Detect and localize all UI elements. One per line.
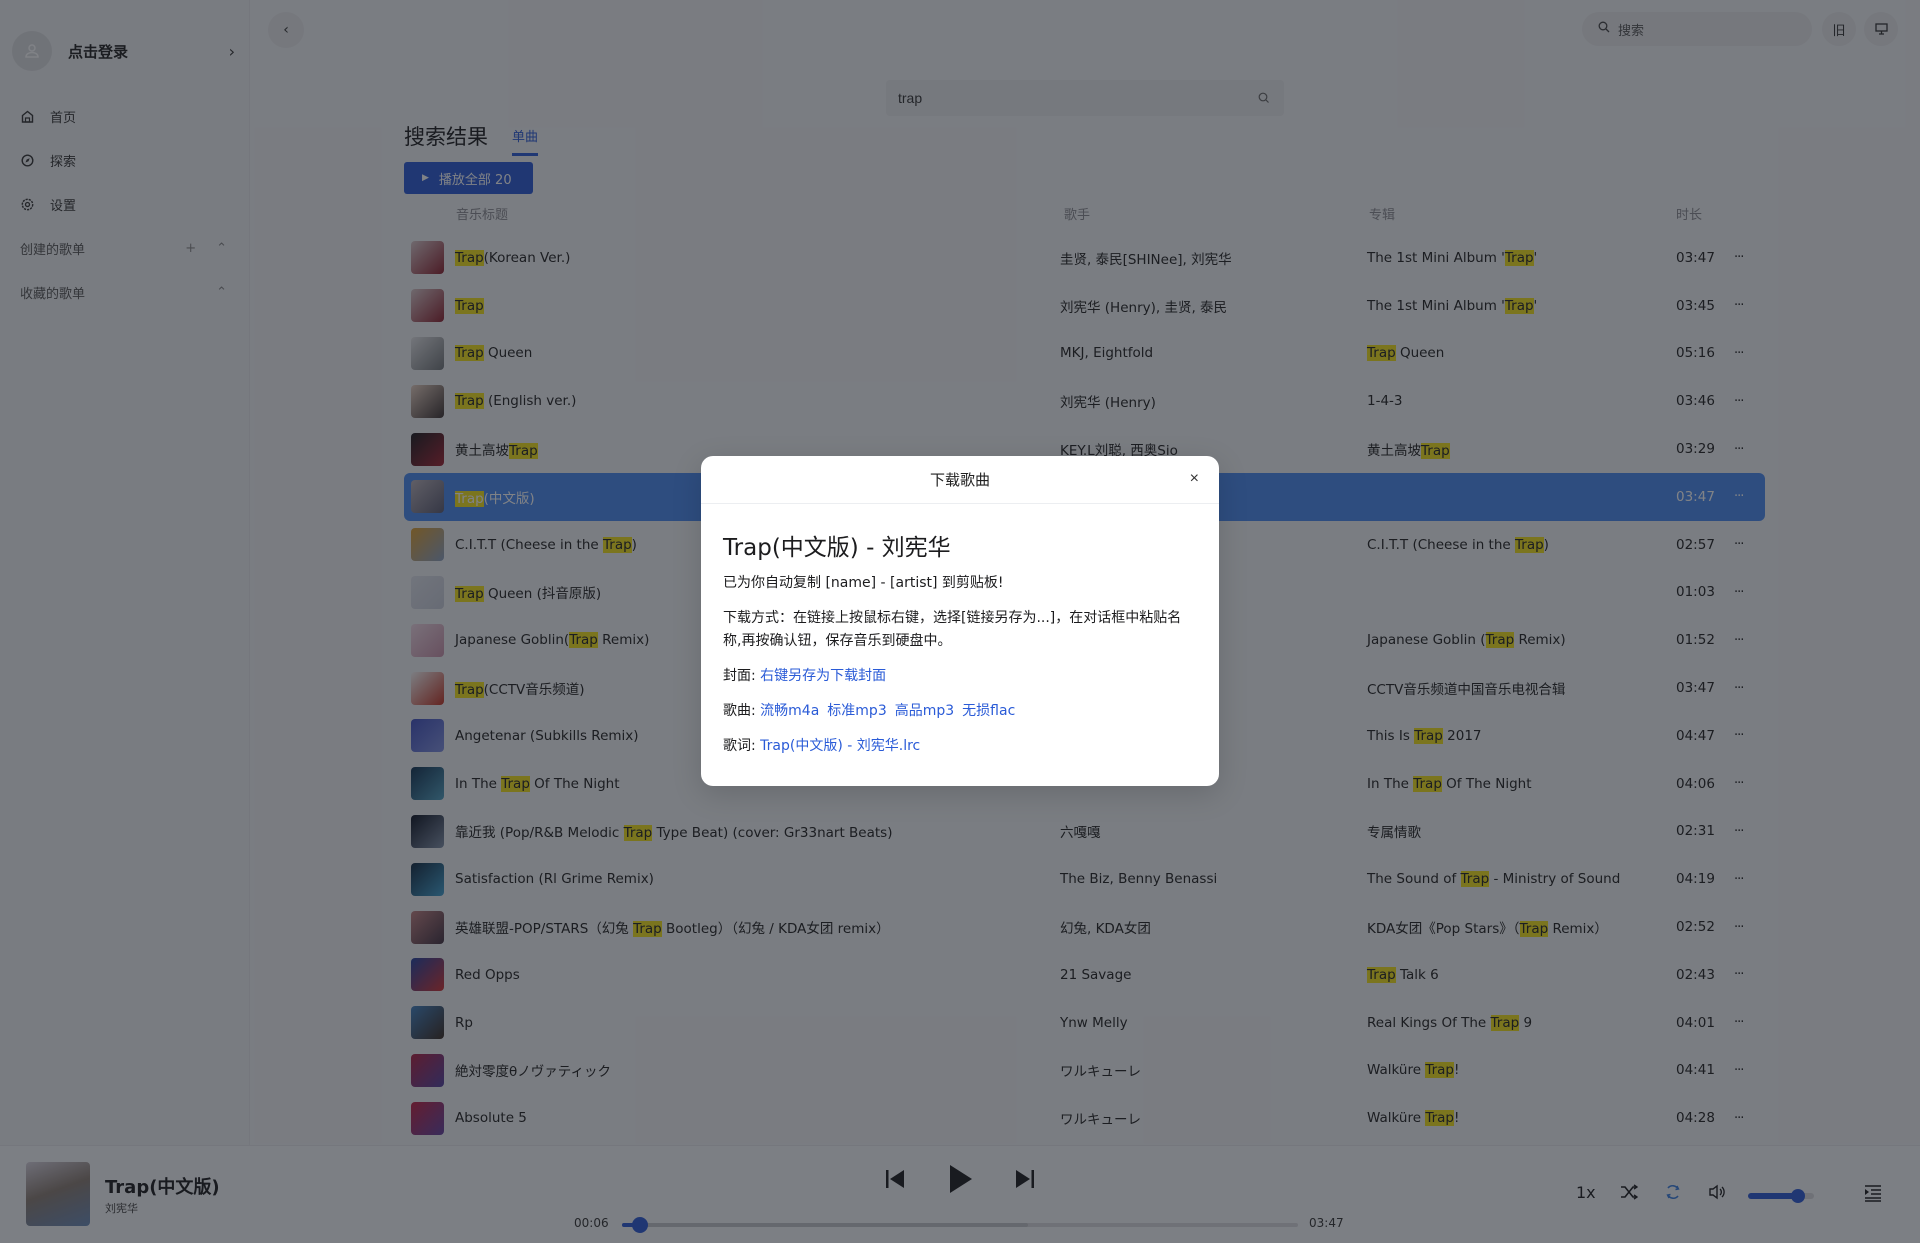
lyrics-label: 歌词: xyxy=(723,738,761,754)
cover-row: 封面: 右键另存为下载封面 xyxy=(723,665,1197,688)
close-icon: × xyxy=(1189,470,1199,487)
clipboard-notice: 已为你自动复制 [name] - [artist] 到剪贴板! xyxy=(723,575,1004,591)
lyrics-download-link[interactable]: Trap(中文版) - 刘宪华.lrc xyxy=(760,738,920,754)
song-label: 歌曲: xyxy=(723,703,761,719)
close-button[interactable]: × xyxy=(1190,470,1199,488)
lyrics-row: 歌词: Trap(中文版) - 刘宪华.lrc xyxy=(723,735,1197,758)
cover-label: 封面: xyxy=(723,668,761,684)
dialog-header: 下载歌曲 × xyxy=(701,456,1219,504)
song-link-m4a[interactable]: 流畅m4a xyxy=(760,703,819,719)
song-row: 歌曲: 流畅m4a 标准mp3 高品mp3 无损flac xyxy=(723,700,1197,723)
song-link-high-mp3[interactable]: 高品mp3 xyxy=(895,703,954,719)
download-instructions: 下载方式：在链接上按鼠标右键，选择[链接另存为...]，在对话框中粘贴名称,再按… xyxy=(723,610,1182,649)
song-link-standard-mp3[interactable]: 标准mp3 xyxy=(827,703,886,719)
download-dialog: 下载歌曲 × Trap(中文版) - 刘宪华 已为你自动复制 [name] - … xyxy=(701,456,1219,786)
dialog-title: 下载歌曲 xyxy=(929,471,990,489)
song-heading: Trap(中文版) - 刘宪华 xyxy=(723,535,951,561)
cover-download-link[interactable]: 右键另存为下载封面 xyxy=(760,668,886,684)
dialog-body: Trap(中文版) - 刘宪华 已为你自动复制 [name] - [artist… xyxy=(701,504,1219,758)
song-link-flac[interactable]: 无损flac xyxy=(962,703,1015,719)
